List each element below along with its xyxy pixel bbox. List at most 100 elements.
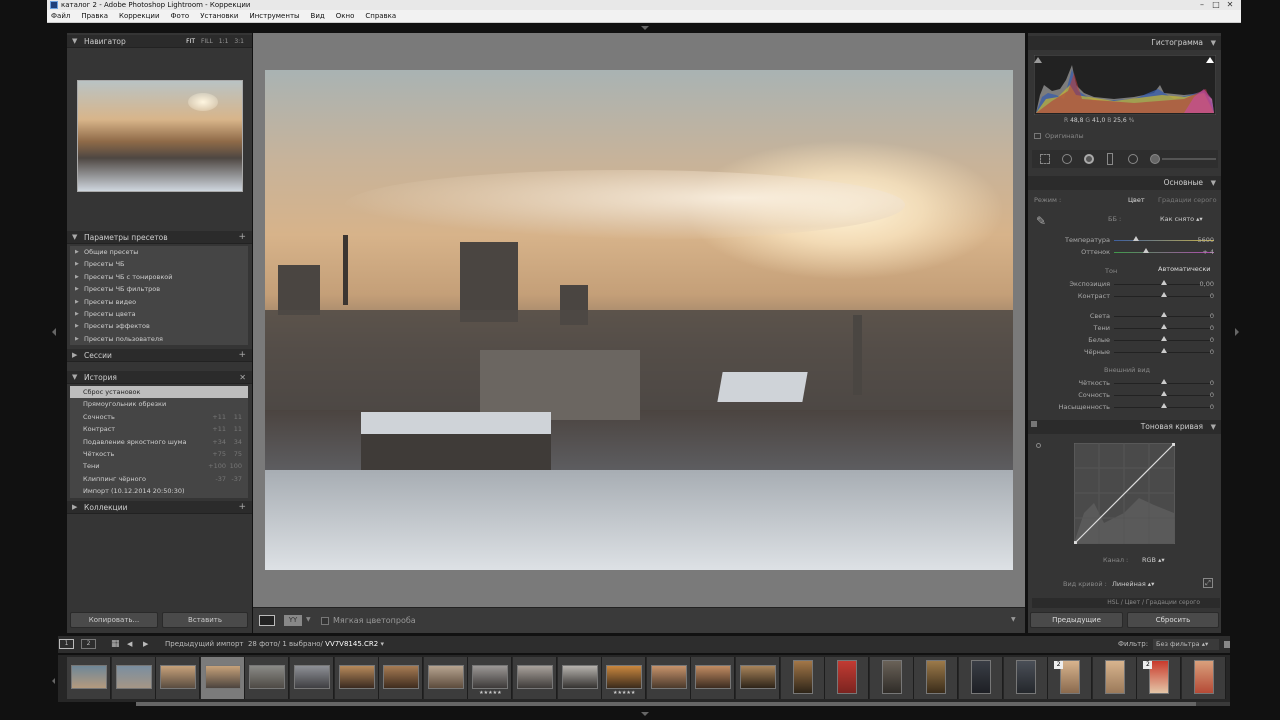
panel-switch-icon[interactable] [1031, 421, 1037, 427]
filmstrip-thumbnail[interactable] [646, 657, 691, 699]
adjustment-brush-icon[interactable] [1150, 154, 1160, 164]
filmstrip-thumbnail[interactable] [513, 657, 557, 699]
right-panel-toggle-icon[interactable] [1235, 328, 1239, 336]
maximize-icon[interactable]: □ [1211, 1, 1221, 9]
histogram-chart[interactable] [1034, 55, 1216, 115]
slider-knob[interactable] [1161, 324, 1167, 329]
filmstrip-scrollbar[interactable] [136, 702, 1230, 706]
menu-develop[interactable]: Коррекции [119, 12, 160, 20]
copy-settings-button[interactable]: Копировать... [70, 612, 158, 628]
filmstrip-thumbnail[interactable] [959, 657, 1003, 699]
spot-removal-icon[interactable] [1062, 154, 1072, 164]
slider-knob[interactable] [1161, 348, 1167, 353]
histogram-header[interactable]: Гистограмма ▼ [1028, 36, 1221, 50]
filmstrip-thumbnail[interactable] [334, 657, 379, 699]
zoom-fill[interactable]: FILL [201, 38, 213, 45]
add-icon[interactable]: + [238, 501, 246, 514]
preset-folder[interactable]: Пресеты эффектов [70, 320, 248, 333]
left-panel-toggle-icon[interactable] [52, 328, 56, 336]
treatment-color[interactable]: Цвет [1128, 196, 1145, 204]
crop-icon[interactable] [1040, 154, 1050, 164]
menu-file[interactable]: Файл [51, 12, 70, 20]
navigator-header[interactable]: ▼ Навигатор FIT FILL 1:1 3:1 [67, 35, 252, 48]
history-item[interactable]: Подавление яркостного шума +34 34 [70, 436, 248, 448]
history-item[interactable]: Сброс установок [70, 386, 248, 399]
filmstrip-thumbnail[interactable] [869, 657, 914, 699]
loupe-view-icon[interactable] [259, 615, 275, 626]
preset-folder[interactable]: Общие пресеты [70, 246, 248, 259]
basic-header[interactable]: Основные ▼ [1028, 176, 1221, 190]
adjust-slider[interactable]: Насыщенность 0 [1030, 401, 1218, 413]
history-item[interactable]: Импорт (10.12.2014 20:50:30) [70, 485, 248, 497]
filmstrip-thumbnail[interactable] [156, 657, 201, 699]
temperature-slider[interactable]: Температура 5600 [1030, 234, 1218, 246]
filmstrip-thumbnail[interactable] [111, 657, 156, 699]
zoom-fit[interactable]: FIT [186, 38, 195, 45]
filmstrip-thumbnail[interactable]: ★★★★★ [468, 657, 513, 699]
filmstrip-thumbnail[interactable] [736, 657, 780, 699]
previous-button[interactable]: Предыдущие [1030, 612, 1123, 628]
filmstrip-thumbnail[interactable] [1003, 657, 1048, 699]
slider-knob[interactable] [1161, 312, 1167, 317]
adjust-slider[interactable]: Экспозиция 0,00 [1030, 278, 1218, 290]
auto-tone-button[interactable]: Автоматически [1158, 265, 1211, 273]
add-icon[interactable]: + [238, 349, 246, 362]
hsl-header[interactable]: HSL / Цвет / Градации серого [1032, 598, 1220, 608]
filmstrip-thumbnail[interactable] [245, 657, 290, 699]
history-item[interactable]: Контраст +11 11 [70, 423, 248, 435]
zoom-1-1[interactable]: 1:1 [219, 38, 229, 45]
wb-picker-icon[interactable]: ✎ [1036, 214, 1054, 232]
red-eye-icon[interactable] [1084, 154, 1094, 164]
lock-icon[interactable] [1224, 641, 1230, 648]
sessions-header[interactable]: ▶ Сессии + [67, 349, 252, 362]
targeted-adjust-icon[interactable] [1036, 443, 1041, 448]
filmstrip-thumbnail[interactable] [290, 657, 334, 699]
filmstrip-thumbnail[interactable] [1092, 657, 1137, 699]
history-header[interactable]: ▼ История ✕ [67, 371, 252, 384]
preset-folder[interactable]: Пресеты ЧБ с тонировкой [70, 271, 248, 284]
originals-checkbox[interactable] [1034, 133, 1041, 139]
clear-history-icon[interactable]: ✕ [239, 371, 246, 384]
grid-view-icon[interactable]: ▦ [111, 636, 120, 653]
toolbar-menu-icon[interactable]: ▼ [1011, 616, 1016, 623]
adjust-slider[interactable]: Света 0 [1030, 310, 1218, 322]
graduated-filter-icon[interactable] [1107, 153, 1113, 165]
add-icon[interactable]: + [238, 231, 246, 244]
slider-knob[interactable] [1161, 391, 1167, 396]
filmstrip-thumbnail[interactable]: 2 [1048, 657, 1093, 699]
close-icon[interactable]: ✕ [1225, 1, 1235, 9]
history-item[interactable]: Клиппинг чёрного -37 -37 [70, 473, 248, 485]
filmstrip-thumbnail[interactable]: ★★★★★ [602, 657, 647, 699]
filmstrip-left-toggle-icon[interactable] [52, 678, 55, 684]
filmstrip-thumbnail[interactable] [200, 657, 245, 699]
dropdown-icon[interactable]: ▼ [306, 616, 311, 623]
history-item[interactable]: Прямоугольник обрезки [70, 398, 248, 410]
preset-folder[interactable]: Пресеты видео [70, 296, 248, 309]
filmstrip-thumbnail[interactable] [691, 657, 736, 699]
tone-curve-graph[interactable] [1074, 443, 1175, 544]
bottom-panel-toggle-icon[interactable] [641, 712, 649, 716]
minimize-icon[interactable]: – [1197, 1, 1207, 9]
slider-knob[interactable] [1161, 379, 1167, 384]
menu-help[interactable]: Справка [365, 12, 396, 20]
menu-settings[interactable]: Установки [200, 12, 238, 20]
adjust-slider[interactable]: Белые 0 [1030, 334, 1218, 346]
point-curve-icon[interactable]: ⤢ [1203, 578, 1213, 588]
preset-folder[interactable]: Пресеты пользователя [70, 333, 248, 346]
back-arrow-icon[interactable]: ◀ [127, 636, 132, 653]
zoom-3-1[interactable]: 3:1 [234, 38, 244, 45]
menu-edit[interactable]: Правка [81, 12, 108, 20]
forward-arrow-icon[interactable]: ▶ [143, 636, 148, 653]
menu-photo[interactable]: Фото [171, 12, 190, 20]
treatment-grayscale[interactable]: Градации серого [1158, 196, 1217, 204]
history-item[interactable]: Сочность +11 11 [70, 411, 248, 423]
adjust-slider[interactable]: Чёрные 0 [1030, 346, 1218, 358]
collections-header[interactable]: ▶ Коллекции + [67, 501, 252, 514]
paste-settings-button[interactable]: Вставить [162, 612, 248, 628]
menu-view[interactable]: Вид [311, 12, 325, 20]
main-photo[interactable] [265, 70, 1013, 570]
radial-filter-icon[interactable] [1128, 154, 1138, 164]
filmstrip-thumbnail[interactable] [914, 657, 959, 699]
curve-select[interactable]: Линейная ▴▾ [1112, 580, 1154, 588]
wb-select[interactable]: Как снято ▴▾ [1160, 215, 1203, 223]
